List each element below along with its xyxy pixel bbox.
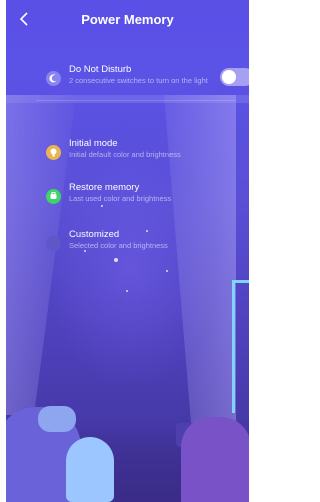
toggle-knob <box>222 70 236 84</box>
bulb-icon <box>46 145 61 160</box>
star-sparkle <box>126 290 128 292</box>
mode-description: Initial default color and brightness <box>69 150 181 159</box>
bookshelf <box>232 280 249 413</box>
app-screen: Power Memory Do Not Disturb 2 consecutiv… <box>6 0 249 502</box>
star-sparkle <box>166 270 168 272</box>
mode-option-restore[interactable]: Restore memory Last used color and brigh… <box>6 180 249 218</box>
mode-label: Customized <box>69 229 120 240</box>
moon-icon <box>46 71 61 86</box>
mode-option-customized[interactable]: Customized Selected color and brightness <box>6 227 249 265</box>
mode-description: Last used color and brightness <box>69 194 172 203</box>
mode-description: Selected color and brightness <box>69 241 168 250</box>
mode-label: Initial mode <box>69 138 118 149</box>
header-bar: Power Memory <box>6 0 249 40</box>
divider <box>36 100 236 101</box>
restore-icon <box>46 189 61 204</box>
mode-label: Restore memory <box>69 182 140 193</box>
mode-option-initial[interactable]: Initial mode Initial default color and b… <box>6 136 249 174</box>
pillow <box>38 406 76 432</box>
plush-toy <box>66 437 114 502</box>
customize-icon <box>46 236 61 251</box>
page-title: Power Memory <box>81 12 174 27</box>
do-not-disturb-toggle[interactable] <box>220 68 249 86</box>
armchair <box>181 417 249 502</box>
do-not-disturb-row: Do Not Disturb 2 consecutive switches to… <box>6 62 249 100</box>
do-not-disturb-description: 2 consecutive switches to turn on the li… <box>69 76 208 85</box>
do-not-disturb-label: Do Not Disturb <box>69 64 132 75</box>
